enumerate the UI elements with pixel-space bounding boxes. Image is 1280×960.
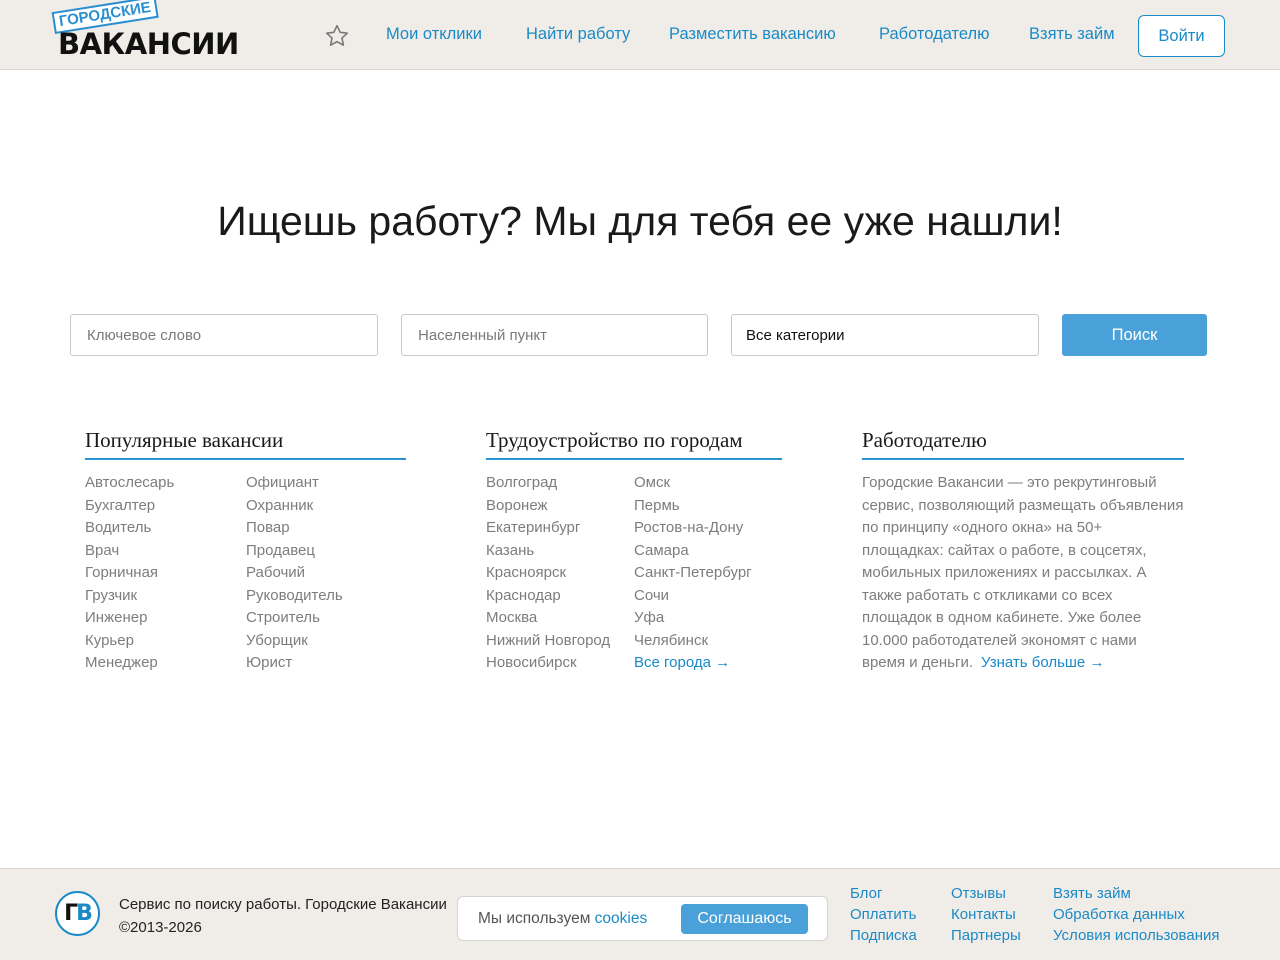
vacancy-link[interactable]: Охранник xyxy=(246,495,343,518)
vacancy-link[interactable]: Юрист xyxy=(246,652,343,675)
city-link[interactable]: Краснодар xyxy=(486,585,610,608)
vacancy-link[interactable]: Руководитель xyxy=(246,585,343,608)
cookie-text: Мы используем cookies xyxy=(478,910,647,928)
city-link[interactable]: Нижний Новгород xyxy=(486,630,610,653)
city-link[interactable]: Москва xyxy=(486,607,610,630)
vacancy-link[interactable]: Автослесарь xyxy=(85,472,174,495)
vacancy-link[interactable]: Рабочий xyxy=(246,562,343,585)
footer-links-3: Взять займ Обработка данных Условия исполь… xyxy=(1053,883,1220,946)
footer-line-1: Сервис по поиску работы. Городские Вакан… xyxy=(119,896,447,913)
cities-list-1: Волгоград Воронеж Екатеринбург Казань Красно… xyxy=(486,472,610,675)
city-link[interactable]: Воронеж xyxy=(486,495,610,518)
star-icon[interactable] xyxy=(324,23,350,49)
vacancy-link[interactable]: Горничная xyxy=(85,562,174,585)
footer-logo[interactable]: ГВ xyxy=(55,891,100,936)
cookie-link[interactable]: cookies xyxy=(595,910,648,927)
footer-logo-letter-v: В xyxy=(76,901,93,926)
vacancy-link[interactable]: Курьер xyxy=(85,630,174,653)
vacancy-link[interactable]: Инженер xyxy=(85,607,174,630)
vacancy-link[interactable]: Официант xyxy=(246,472,343,495)
popular-vacancies-title: Популярные вакансии xyxy=(85,428,406,460)
vacancy-link[interactable]: Строитель xyxy=(246,607,343,630)
employer-text: Городские Вакансии — это рекрутинговый с… xyxy=(862,474,1184,671)
all-cities-link[interactable]: Все города → xyxy=(634,652,752,675)
vacancy-link[interactable]: Менеджер xyxy=(85,652,174,675)
footer-link[interactable]: Партнеры xyxy=(951,925,1021,946)
site-footer: ГВ Сервис по поиску работы. Городские Ва… xyxy=(0,868,1280,960)
cities-list-2: Омск Пермь Ростов-на-Дону Самара Санкт-Петер… xyxy=(634,472,752,675)
footer-link[interactable]: Взять займ xyxy=(1053,883,1220,904)
footer-link[interactable]: Обработка данных xyxy=(1053,904,1220,925)
nav-take-loan[interactable]: Взять займ xyxy=(1029,24,1115,44)
vacancy-link[interactable]: Продавец xyxy=(246,540,343,563)
learn-more-link[interactable]: Узнать больше → xyxy=(981,654,1104,671)
city-link[interactable]: Омск xyxy=(634,472,752,495)
city-link[interactable]: Самара xyxy=(634,540,752,563)
city-link[interactable]: Пермь xyxy=(634,495,752,518)
popular-vacancies-list-1: Автослесарь Бухгалтер Водитель Врач Горнична… xyxy=(85,472,174,675)
vacancy-link[interactable]: Врач xyxy=(85,540,174,563)
city-link[interactable]: Санкт-Петербург xyxy=(634,562,752,585)
city-link[interactable]: Новосибирск xyxy=(486,652,610,675)
footer-link[interactable]: Оплатить xyxy=(850,904,917,925)
logo-big-text: ВАКАНСИИ xyxy=(58,27,239,61)
search-button[interactable]: Поиск xyxy=(1062,314,1207,356)
city-link[interactable]: Красноярск xyxy=(486,562,610,585)
footer-link[interactable]: Условия использования xyxy=(1053,925,1220,946)
vacancy-link[interactable]: Уборщик xyxy=(246,630,343,653)
city-link[interactable]: Волгоград xyxy=(486,472,610,495)
city-link[interactable]: Уфа xyxy=(634,607,752,630)
nav-post-vacancy[interactable]: Разместить вакансию xyxy=(669,24,836,44)
footer-link[interactable]: Блог xyxy=(850,883,917,904)
footer-link[interactable]: Подписка xyxy=(850,925,917,946)
cookie-banner: Мы используем cookies Соглашаюсь xyxy=(457,896,828,941)
popular-vacancies-list-2: Официант Охранник Повар Продавец Рабочий Руко… xyxy=(246,472,343,675)
city-link[interactable]: Челябинск xyxy=(634,630,752,653)
vacancy-link[interactable]: Бухгалтер xyxy=(85,495,174,518)
city-link[interactable]: Екатеринбург xyxy=(486,517,610,540)
footer-link[interactable]: Контакты xyxy=(951,904,1021,925)
cities-title: Трудоустройство по городам xyxy=(486,428,782,460)
cookie-accept-button[interactable]: Соглашаюсь xyxy=(681,904,808,934)
keyword-input[interactable] xyxy=(70,314,378,356)
nav-employer[interactable]: Работодателю xyxy=(879,24,990,44)
footer-copyright: Сервис по поиску работы. Городские Вакан… xyxy=(119,893,447,939)
login-button[interactable]: Войти xyxy=(1138,15,1225,57)
footer-logo-letter-g: Г xyxy=(64,901,78,926)
nav-my-responses[interactable]: Мои отклики xyxy=(386,24,482,44)
category-select-value: Все категории xyxy=(746,326,845,344)
site-header: ГОРОДСКИЕ ВАКАНСИИ Мои отклики Найти раб… xyxy=(0,0,1280,70)
vacancy-link[interactable]: Водитель xyxy=(85,517,174,540)
category-select[interactable]: Все категории xyxy=(731,314,1039,356)
nav-find-job[interactable]: Найти работу xyxy=(526,24,630,44)
footer-links-2: Отзывы Контакты Партнеры xyxy=(951,883,1021,946)
footer-line-2: ©2013-2026 xyxy=(119,919,202,936)
city-link[interactable]: Ростов-на-Дону xyxy=(634,517,752,540)
city-link[interactable]: Казань xyxy=(486,540,610,563)
location-input[interactable] xyxy=(401,314,708,356)
vacancy-link[interactable]: Грузчик xyxy=(85,585,174,608)
page-title: Ищешь работу? Мы для тебя ее уже нашли! xyxy=(217,198,1063,244)
footer-link[interactable]: Отзывы xyxy=(951,883,1021,904)
site-logo[interactable]: ГОРОДСКИЕ ВАКАНСИИ xyxy=(51,0,260,61)
vacancy-link[interactable]: Повар xyxy=(246,517,343,540)
city-link[interactable]: Сочи xyxy=(634,585,752,608)
employer-description: Городские Вакансии — это рекрутинговый с… xyxy=(862,472,1184,675)
employer-title: Работодателю xyxy=(862,428,1184,460)
cookie-message: Мы используем xyxy=(478,910,595,927)
footer-links-1: Блог Оплатить Подписка xyxy=(850,883,917,946)
